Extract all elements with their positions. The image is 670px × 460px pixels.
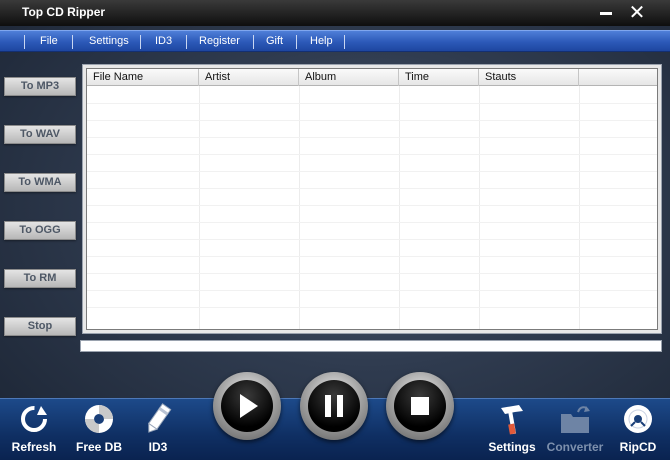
menu-separator [253, 35, 254, 49]
column-header-artist[interactable]: Artist [199, 69, 299, 86]
track-list-panel: File Name Artist Album Time Stauts [82, 64, 662, 334]
settings-button[interactable]: Settings [482, 402, 542, 460]
menu-gift[interactable]: Gift [266, 35, 283, 47]
rip-cd-icon [624, 405, 652, 433]
row-divider [87, 103, 657, 104]
row-divider [87, 239, 657, 240]
row-divider [87, 290, 657, 291]
row-divider [87, 154, 657, 155]
settings-hammer-icon [501, 405, 523, 435]
menu-settings[interactable]: Settings [89, 35, 129, 47]
menu-id3[interactable]: ID3 [155, 35, 172, 47]
converter-button[interactable]: Converter [544, 402, 606, 460]
free-db-button[interactable]: Free DB [69, 402, 129, 460]
refresh-button[interactable]: Refresh [4, 402, 64, 460]
row-divider [87, 307, 657, 308]
pause-icon [325, 395, 343, 417]
play-button[interactable] [213, 372, 281, 440]
stop-icon [411, 397, 429, 415]
menu-separator [186, 35, 187, 49]
row-divider [87, 137, 657, 138]
column-header-empty [579, 69, 657, 86]
column-header-time[interactable]: Time [399, 69, 479, 86]
row-divider [87, 205, 657, 206]
to-mp3-button[interactable]: To MP3 [4, 77, 76, 96]
menu-bar: File Settings ID3 Register Gift Help [0, 30, 670, 52]
table-header: File Name Artist Album Time Stauts [87, 69, 657, 86]
stop-playback-button[interactable] [386, 372, 454, 440]
column-header-album[interactable]: Album [299, 69, 399, 86]
menu-separator [296, 35, 297, 49]
menu-help[interactable]: Help [310, 35, 333, 47]
refresh-icon [21, 406, 47, 432]
column-divider [299, 86, 300, 329]
id3-button[interactable]: ID3 [128, 402, 188, 460]
minimize-icon[interactable] [595, 2, 617, 22]
free-db-label: Free DB [75, 440, 122, 454]
to-wma-button[interactable]: To WMA [4, 173, 76, 192]
window-title: Top CD Ripper [22, 5, 106, 19]
to-ogg-button[interactable]: To OGG [4, 221, 76, 240]
row-divider [87, 222, 657, 223]
pause-button[interactable] [300, 372, 368, 440]
id3-label: ID3 [148, 440, 168, 454]
to-rm-button[interactable]: To RM [4, 269, 76, 288]
row-divider [87, 273, 657, 274]
converter-label: Converter [546, 440, 604, 454]
close-icon[interactable]: ✕ [626, 2, 648, 22]
play-icon [240, 394, 258, 418]
stop-button[interactable]: Stop [4, 317, 76, 336]
id3-pencil-icon [148, 403, 172, 433]
menu-separator [72, 35, 73, 49]
title-bar: Top CD Ripper ✕ [0, 0, 670, 26]
menu-file[interactable]: File [40, 35, 58, 47]
rip-cd-label: RipCD [619, 440, 657, 454]
free-db-icon [85, 405, 113, 433]
app-window: Top CD Ripper ✕ File Settings ID3 Regist… [0, 0, 670, 460]
refresh-label: Refresh [11, 440, 57, 454]
rip-cd-button[interactable]: RipCD [608, 402, 668, 460]
to-wav-button[interactable]: To WAV [4, 125, 76, 144]
column-divider [479, 86, 480, 329]
row-divider [87, 171, 657, 172]
column-divider [399, 86, 400, 329]
row-divider [87, 120, 657, 121]
progress-bar [80, 340, 662, 352]
converter-folder-icon [561, 406, 590, 433]
column-header-status[interactable]: Stauts [479, 69, 579, 86]
menu-register[interactable]: Register [199, 35, 240, 47]
row-divider [87, 256, 657, 257]
column-divider [579, 86, 580, 329]
track-table[interactable]: File Name Artist Album Time Stauts [86, 68, 658, 330]
settings-label: Settings [488, 440, 536, 454]
row-divider [87, 188, 657, 189]
menu-separator [140, 35, 141, 49]
menu-separator [344, 35, 345, 49]
column-divider [199, 86, 200, 329]
menu-separator [24, 35, 25, 49]
column-header-file-name[interactable]: File Name [87, 69, 199, 86]
